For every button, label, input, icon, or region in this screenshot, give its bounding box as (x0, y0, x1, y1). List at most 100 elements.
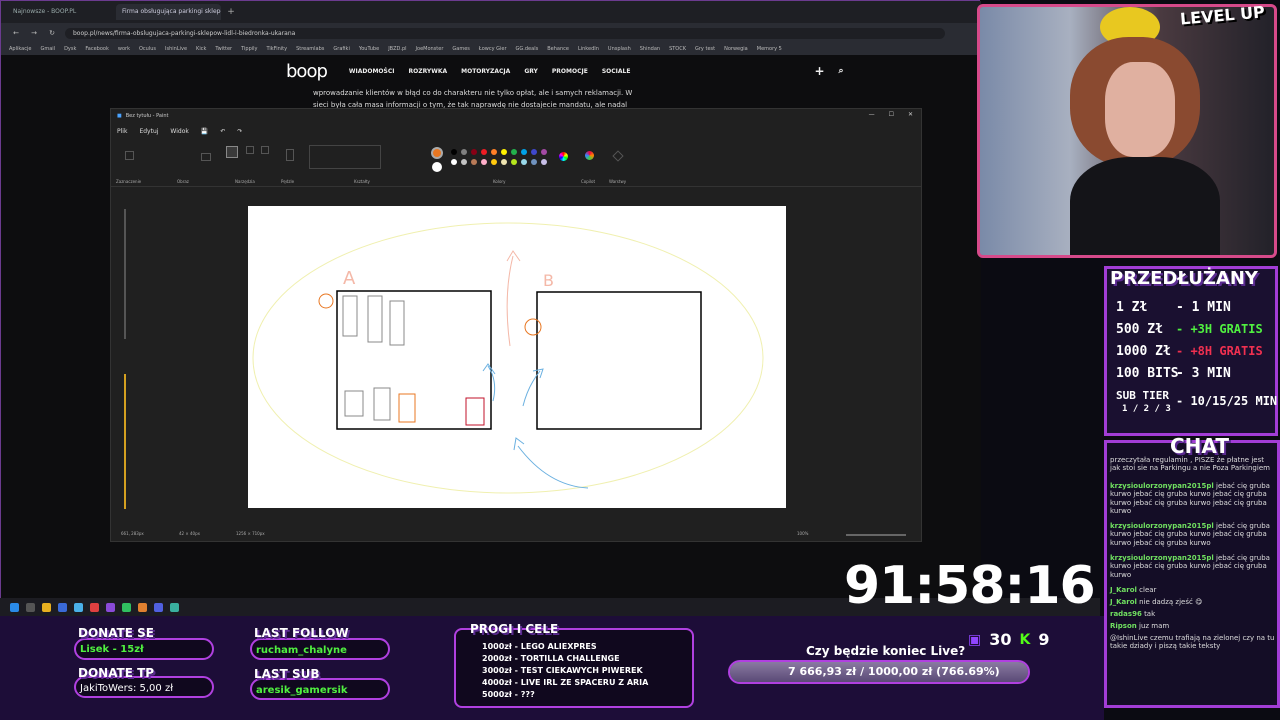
palette-swatch[interactable] (541, 149, 547, 155)
minimize-icon[interactable]: — (869, 111, 875, 118)
taskbar-app-icon[interactable] (122, 602, 131, 612)
search-icon[interactable]: ⌕ (839, 66, 844, 76)
nav-item-gry[interactable]: GRY (524, 68, 538, 75)
browser-tab-active[interactable]: Firma obsługująca parkingi sklepów Lidl (116, 4, 221, 20)
bookmark-item[interactable]: Games (452, 46, 470, 52)
bookmark-item[interactable]: Shindan (640, 46, 660, 52)
reload-icon[interactable]: ↻ (47, 29, 57, 37)
chat-username[interactable]: radas96 (1110, 610, 1142, 618)
nav-item-motoryzacja[interactable]: MOTORYZACJA (461, 68, 510, 75)
maximize-icon[interactable]: ☐ (889, 111, 894, 118)
fill-icon[interactable] (246, 146, 254, 154)
brush-size-slider[interactable] (123, 209, 127, 509)
bookmark-item[interactable]: TikFinity (267, 46, 288, 52)
drawing-canvas[interactable]: A B (248, 206, 786, 508)
nav-item-sociale[interactable]: SOCIALE (602, 68, 631, 75)
bookmark-item[interactable]: Tippily (241, 46, 257, 52)
taskbar-app-icon[interactable] (138, 602, 147, 612)
palette-swatch[interactable] (451, 149, 457, 155)
save-icon[interactable]: 💾 (201, 128, 208, 135)
bookmark-item[interactable]: STOCK (669, 46, 686, 52)
bookmark-item[interactable]: Oculus (139, 46, 156, 52)
palette-swatch[interactable] (531, 149, 537, 155)
select-tool-icon[interactable] (125, 151, 134, 160)
zoom-level[interactable]: 100% (797, 531, 808, 536)
brush-icon[interactable] (286, 149, 294, 161)
taskbar-app-icon[interactable] (106, 602, 115, 612)
shapes-gallery[interactable] (309, 145, 381, 169)
taskbar-app-icon[interactable] (170, 602, 179, 612)
palette-swatch[interactable] (481, 149, 487, 155)
bookmark-item[interactable]: Twitter (215, 46, 232, 52)
bookmark-item[interactable]: Unsplash (608, 46, 631, 52)
bookmark-item[interactable]: Dysk (64, 46, 76, 52)
palette-swatch[interactable] (511, 149, 517, 155)
bookmark-item[interactable]: Aplikacje (9, 46, 31, 52)
plus-icon[interactable]: + (814, 64, 824, 78)
menu-plik[interactable]: Plik (117, 128, 127, 135)
bookmark-item[interactable]: YouTube (359, 46, 379, 52)
bookmark-item[interactable]: JBZD.pl (388, 46, 406, 52)
layers-icon[interactable] (612, 150, 624, 162)
palette-swatch[interactable] (541, 159, 547, 165)
close-icon[interactable]: ✕ (908, 111, 913, 118)
primary-color[interactable] (431, 147, 443, 159)
back-icon[interactable]: ← (11, 29, 21, 37)
bookmark-item[interactable]: JoeMonster (416, 46, 444, 52)
bookmark-item[interactable]: GG.deals (516, 46, 539, 52)
bookmark-item[interactable]: Kick (196, 46, 206, 52)
bookmark-item[interactable]: Facebook (85, 46, 109, 52)
copilot-icon[interactable] (585, 151, 594, 160)
site-logo[interactable]: boop (286, 61, 328, 82)
taskbar-app-icon[interactable] (90, 602, 99, 612)
palette-swatch[interactable] (471, 149, 477, 155)
bookmark-item[interactable]: work (118, 46, 130, 52)
folder-icon[interactable] (42, 602, 51, 612)
chat-username[interactable]: krzysioulorzonypan2015pl (1110, 482, 1214, 490)
palette-swatch[interactable] (511, 159, 517, 165)
chat-username[interactable]: J_Karol (1110, 598, 1137, 606)
palette-swatch[interactable] (481, 159, 487, 165)
bookmark-item[interactable]: Behance (547, 46, 569, 52)
chat-username[interactable]: Ripson (1110, 622, 1137, 630)
palette-swatch[interactable] (501, 159, 507, 165)
redo-icon[interactable]: ↷ (237, 128, 242, 135)
nav-item-promocje[interactable]: PROMOCJE (552, 68, 588, 75)
taskbar-app-icon[interactable] (154, 602, 163, 612)
bookmark-item[interactable]: Gry test (695, 46, 715, 52)
new-tab-icon[interactable]: + (225, 7, 237, 17)
zoom-slider[interactable] (846, 534, 906, 536)
chat-username[interactable]: krzysioulorzonypan2015pl (1110, 522, 1214, 530)
chat-username[interactable]: J_Karol (1110, 586, 1137, 594)
taskbar-app-icon[interactable] (74, 602, 83, 612)
bookmark-item[interactable]: Łowcy Gier (479, 46, 507, 52)
bookmark-item[interactable]: IshinLive (165, 46, 187, 52)
url-field[interactable]: boop.pl/news/firma-obslugujaca-parkingi-… (65, 27, 945, 39)
palette-swatch[interactable] (521, 149, 527, 155)
menu-edytuj[interactable]: Edytuj (139, 128, 158, 135)
menu-widok[interactable]: Widok (170, 128, 188, 135)
bookmark-item[interactable]: Norwegia (724, 46, 748, 52)
nav-item-rozrywka[interactable]: ROZRYWKA (409, 68, 448, 75)
palette-swatch[interactable] (531, 159, 537, 165)
start-icon[interactable] (10, 602, 19, 612)
pencil-tool-icon[interactable] (226, 146, 238, 158)
nav-item-wiadomosci[interactable]: WIADOMOŚCI (349, 68, 395, 75)
crop-icon[interactable] (201, 153, 211, 161)
bookmark-item[interactable]: LinkedIn (578, 46, 599, 52)
palette-swatch[interactable] (461, 149, 467, 155)
forward-icon[interactable]: → (29, 29, 39, 37)
secondary-color[interactable] (432, 162, 442, 172)
bookmark-item[interactable]: Grafiki (333, 46, 349, 52)
taskbar-app-icon[interactable] (58, 602, 67, 612)
undo-icon[interactable]: ↶ (220, 128, 225, 135)
palette-swatch[interactable] (491, 149, 497, 155)
chat-username[interactable]: krzysioulorzonypan2015pl (1110, 554, 1214, 562)
bookmark-item[interactable]: Memory 5 (757, 46, 782, 52)
taskbar-app-icon[interactable] (26, 602, 35, 612)
palette-swatch[interactable] (471, 159, 477, 165)
palette-swatch[interactable] (501, 149, 507, 155)
text-tool-icon[interactable] (261, 146, 269, 154)
bookmark-item[interactable]: Gmail (40, 46, 55, 52)
palette-swatch[interactable] (491, 159, 497, 165)
